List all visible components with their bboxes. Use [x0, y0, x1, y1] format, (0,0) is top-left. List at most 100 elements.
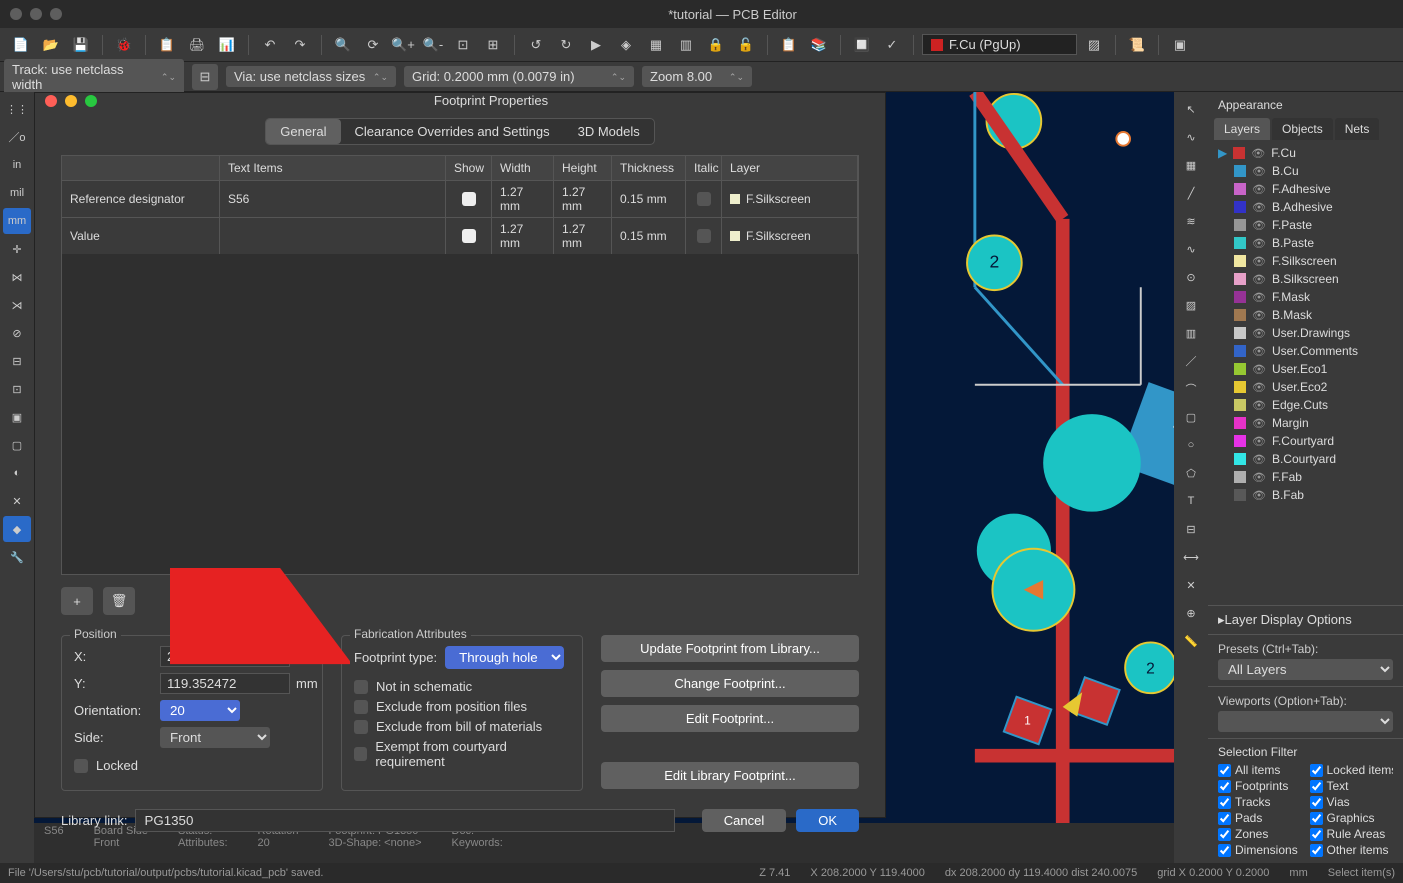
layer-row[interactable]: 👁F.Courtyard [1214, 432, 1397, 450]
dimension-icon[interactable]: ⟷ [1177, 544, 1205, 570]
zoom-fit-icon[interactable]: ⊡ [450, 32, 476, 58]
layer-row[interactable]: 👁B.Courtyard [1214, 450, 1397, 468]
origin-icon[interactable]: ⊕ [1177, 600, 1205, 626]
filter-checkbox[interactable]: Dimensions [1218, 843, 1302, 857]
layer-row[interactable]: 👁F.Silkscreen [1214, 252, 1397, 270]
inch-icon[interactable]: in [3, 152, 31, 178]
page-icon[interactable]: 📋 [154, 32, 180, 58]
tab-layers[interactable]: Layers [1214, 118, 1270, 140]
layer-row[interactable]: 👁Margin [1214, 414, 1397, 432]
rotate-ccw-icon[interactable]: ↺ [523, 32, 549, 58]
exclude-position-checkbox[interactable] [354, 700, 368, 714]
unlock-icon[interactable]: 🔓 [733, 32, 759, 58]
layer-row[interactable]: 👁B.Mask [1214, 306, 1397, 324]
tab-clearance[interactable]: Clearance Overrides and Settings [341, 119, 564, 144]
grid-combo[interactable]: Grid: 0.2000 mm (0.0079 in) [404, 66, 634, 87]
via-icon[interactable]: ⊙ [1177, 264, 1205, 290]
find-icon[interactable]: 🔍 [330, 32, 356, 58]
library-link-input[interactable] [135, 809, 675, 832]
table-row[interactable]: Reference designatorS561.27 mm1.27 mm0.1… [62, 180, 858, 217]
not-in-schematic-checkbox[interactable] [354, 680, 368, 694]
text-icon[interactable]: T [1177, 488, 1205, 514]
lock-icon[interactable]: 🔒 [703, 32, 729, 58]
y-input[interactable] [160, 673, 290, 694]
polar-icon[interactable]: ／o [3, 124, 31, 150]
contrast-icon[interactable]: ◐ [3, 460, 31, 486]
via-size-combo[interactable]: Via: use netclass sizes [226, 66, 396, 87]
auto-track-icon[interactable]: ⊟ [192, 64, 218, 90]
layer-manager-icon[interactable]: ◆ [3, 516, 31, 542]
layer-row[interactable]: 👁B.Fab [1214, 486, 1397, 504]
tab-nets[interactable]: Nets [1335, 118, 1380, 140]
zoom-in-icon[interactable]: 🔍+ [390, 32, 416, 58]
filter-checkbox[interactable]: Locked items [1310, 763, 1394, 777]
group-icon[interactable]: ▦ [643, 32, 669, 58]
new-icon[interactable]: 📄 [8, 32, 34, 58]
arc-icon[interactable]: ⌒ [1177, 376, 1205, 402]
close-dot[interactable] [10, 8, 22, 20]
footprint-type-select[interactable]: Through hole [445, 646, 564, 669]
outline-zone-icon[interactable]: ▢ [3, 432, 31, 458]
layer-row[interactable]: ▶👁F.Cu [1214, 144, 1397, 162]
rotate-cw-icon[interactable]: ↻ [553, 32, 579, 58]
board-setup-icon[interactable]: 🐞 [111, 32, 137, 58]
hatch-icon[interactable]: ▨ [1081, 32, 1107, 58]
layer-row[interactable]: 👁B.Cu [1214, 162, 1397, 180]
layer-row[interactable]: 👁User.Eco2 [1214, 378, 1397, 396]
edit-footprint-button[interactable]: Edit Footprint... [601, 705, 859, 732]
redo-icon[interactable]: ↷ [287, 32, 313, 58]
ok-button[interactable]: OK [796, 809, 859, 832]
refresh-icon[interactable]: ⟳ [360, 32, 386, 58]
filter-checkbox[interactable]: Footprints [1218, 779, 1302, 793]
open-icon[interactable]: 📂 [38, 32, 64, 58]
tab-3d[interactable]: 3D Models [564, 119, 654, 144]
mirror-h-icon[interactable]: ◈ [613, 32, 639, 58]
keepout-icon[interactable]: ▥ [1177, 320, 1205, 346]
dialog-minimize-icon[interactable] [65, 95, 77, 107]
print-icon[interactable]: 🖨 [184, 32, 210, 58]
maximize-dot[interactable] [50, 8, 62, 20]
x-input[interactable] [160, 646, 290, 667]
cancel-button[interactable]: Cancel [702, 809, 786, 832]
filter-checkbox[interactable]: All items [1218, 763, 1302, 777]
zone-icon[interactable]: ▨ [1177, 292, 1205, 318]
locked-checkbox[interactable] [74, 759, 88, 773]
viewports-select[interactable] [1218, 711, 1393, 732]
update-footprint-button[interactable]: Update Footprint from Library... [601, 635, 859, 662]
delete-row-button[interactable]: 🗑 [103, 587, 135, 615]
minimize-dot[interactable] [30, 8, 42, 20]
layer-row[interactable]: 👁B.Adhesive [1214, 198, 1397, 216]
filter-checkbox[interactable]: Other items [1310, 843, 1394, 857]
exempt-courtyard-checkbox[interactable] [354, 747, 367, 761]
ungroup-icon[interactable]: ▥ [673, 32, 699, 58]
layer-row[interactable]: 👁User.Eco1 [1214, 360, 1397, 378]
measure-icon[interactable]: 📏 [1177, 628, 1205, 654]
layer-row[interactable]: 👁User.Comments [1214, 342, 1397, 360]
cursor-full-icon[interactable]: ✛ [3, 236, 31, 262]
filter-checkbox[interactable]: Rule Areas [1310, 827, 1394, 841]
mm-icon[interactable]: mm [3, 208, 31, 234]
layer-row[interactable]: 👁B.Paste [1214, 234, 1397, 252]
presets-select[interactable]: All Layers [1218, 659, 1393, 680]
select-tool-icon[interactable]: ↖ [1177, 96, 1205, 122]
filter-checkbox[interactable]: Tracks [1218, 795, 1302, 809]
drc-icon[interactable]: 📋 [776, 32, 802, 58]
exclude-bom-checkbox[interactable] [354, 720, 368, 734]
layer-selector[interactable]: F.Cu (PgUp) [922, 34, 1077, 55]
layer-display-options[interactable]: ▸Layer Display Options [1208, 605, 1403, 634]
zoom-out-icon[interactable]: 🔍- [420, 32, 446, 58]
settings-icon[interactable]: 🔧 [3, 544, 31, 570]
outline2-icon[interactable]: ⊟ [3, 348, 31, 374]
mirror-v-icon[interactable]: ▶ [583, 32, 609, 58]
plot-icon[interactable]: 📊 [214, 32, 240, 58]
delete-icon[interactable]: ✕ [1177, 572, 1205, 598]
line-icon[interactable]: ／ [1177, 348, 1205, 374]
orientation-select[interactable]: 20 [160, 700, 240, 721]
layer-row[interactable]: 👁F.Fab [1214, 468, 1397, 486]
outline3-icon[interactable]: ⊡ [3, 376, 31, 402]
zoom-sel-icon[interactable]: ⊞ [480, 32, 506, 58]
layer-row[interactable]: 👁F.Adhesive [1214, 180, 1397, 198]
undo-icon[interactable]: ↶ [257, 32, 283, 58]
ratsnest-icon[interactable]: ⋈ [3, 264, 31, 290]
rect-icon[interactable]: ▢ [1177, 404, 1205, 430]
